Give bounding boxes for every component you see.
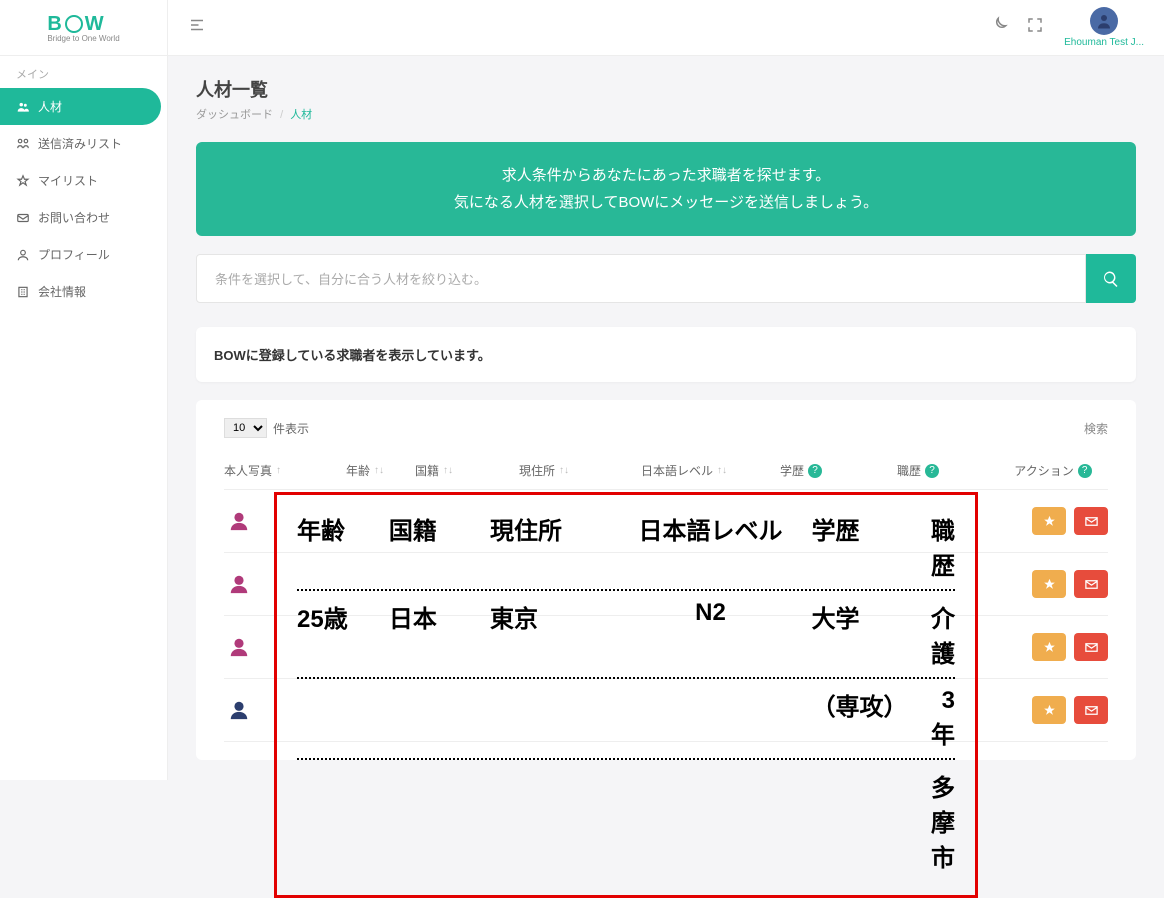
table-row[interactable] [224,490,1108,553]
breadcrumb-root[interactable]: ダッシュボード [196,109,273,121]
th-action: アクション? [998,462,1108,479]
help-icon[interactable]: ? [925,464,939,478]
avatar-icon [224,632,254,662]
building-icon [16,285,30,299]
menu-toggle-icon[interactable] [188,16,206,39]
logo-subtitle: Bridge to One World [47,34,119,43]
sidebar-item-sent[interactable]: 送信済みリスト [0,125,167,162]
page-title: 人材一覧 [196,76,1136,102]
sent-icon [16,137,30,151]
th-age[interactable]: 年齢↑↓ [304,462,384,479]
message-button[interactable] [1074,570,1108,598]
page-size-select[interactable]: 10 [224,418,267,438]
sidebar-item-jinzai[interactable]: 人材 [0,88,161,125]
fullscreen-icon[interactable] [1026,16,1044,39]
globe-icon [65,15,83,33]
search-button[interactable] [1086,254,1136,303]
th-education[interactable]: 学歴? [764,462,838,479]
breadcrumb: ダッシュボード / 人材 [196,106,1136,122]
sidebar-item-mylist[interactable]: マイリスト [0,162,167,199]
sidebar-item-label: 人材 [38,98,62,115]
info-banner: 求人条件からあなたにあった求職者を探せます。 気になる人材を選択してBOWにメッ… [196,142,1136,236]
logo-letter-b: B [47,13,62,36]
avatar-icon [1090,7,1118,35]
message-button[interactable] [1074,696,1108,724]
sidebar-item-profile[interactable]: プロフィール [0,236,167,273]
theme-toggle-icon[interactable] [990,16,1008,39]
sidebar-item-contact[interactable]: お問い合わせ [0,199,167,236]
sidebar-item-label: 会社情報 [38,283,86,300]
user-name: Ehouman Test J... [1064,37,1144,48]
page-size-label: 件表示 [273,420,309,437]
table-header: 本人写真↑ 年齢↑↓ 国籍↑↓ 現住所↑↓ 日本語レベル↑↓ 学歴? 職歴? ア… [224,452,1108,490]
mail-icon [16,211,30,225]
avatar-icon [224,506,254,536]
topbar: Ehouman Test J... [168,0,1164,56]
th-nationality[interactable]: 国籍↑↓ [384,462,484,479]
people-icon [16,100,30,114]
table-card: 10 件表示 検索 本人写真↑ 年齢↑↓ 国籍↑↓ 現住所↑↓ 日本語レベル↑↓… [196,400,1136,760]
search-icon [1102,270,1120,288]
logo[interactable]: B W Bridge to One World [0,0,167,56]
table-row[interactable] [224,616,1108,679]
favorite-button[interactable] [1032,570,1066,598]
profile-icon [16,248,30,262]
favorite-button[interactable] [1032,696,1066,724]
th-photo[interactable]: 本人写真↑ [224,462,304,479]
favorite-button[interactable] [1032,507,1066,535]
sidebar-section-label: メイン [0,56,167,88]
sidebar-item-label: お問い合わせ [38,209,110,226]
star-icon [16,174,30,188]
table-row[interactable] [224,553,1108,616]
info-card-text: BOWに登録している求職者を表示しています。 [214,345,1118,364]
info-card: BOWに登録している求職者を表示しています。 [196,327,1136,382]
banner-line1: 求人条件からあなたにあった求職者を探せます。 [216,162,1116,189]
avatar-icon [224,695,254,725]
help-icon[interactable]: ? [808,464,822,478]
sidebar: B W Bridge to One World メイン 人材 送信済みリスト [0,0,168,780]
page-size-control[interactable]: 10 件表示 [224,418,309,438]
th-jp-level[interactable]: 日本語レベル↑↓ [604,462,764,479]
table-row[interactable] [224,679,1108,742]
table-search-label[interactable]: 検索 [1084,420,1108,437]
th-address[interactable]: 現住所↑↓ [484,462,604,479]
logo-letter-w: W [85,13,105,36]
help-icon[interactable]: ? [1078,464,1092,478]
user-menu[interactable]: Ehouman Test J... [1064,7,1144,48]
sidebar-item-label: プロフィール [38,246,110,263]
sidebar-item-company[interactable]: 会社情報 [0,273,167,310]
breadcrumb-current: 人材 [290,109,312,121]
message-button[interactable] [1074,507,1108,535]
ov-work3: 多摩市 [931,768,955,873]
favorite-button[interactable] [1032,633,1066,661]
th-work[interactable]: 職歴? [838,462,998,479]
message-button[interactable] [1074,633,1108,661]
avatar-icon [224,569,254,599]
sidebar-item-label: マイリスト [38,172,98,189]
banner-line2: 気になる人材を選択してBOWにメッセージを送信しましょう。 [216,189,1116,216]
sidebar-item-label: 送信済みリスト [38,135,122,152]
filter-input[interactable]: 条件を選択して、自分に合う人材を絞り込む。 [196,254,1086,303]
